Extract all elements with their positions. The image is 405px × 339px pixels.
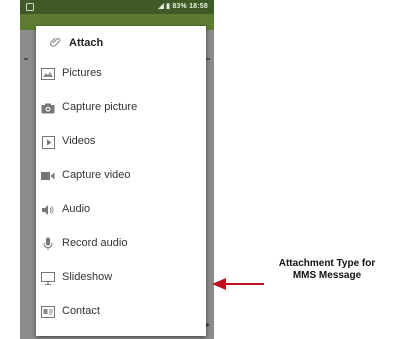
- option-label: Contact: [62, 305, 100, 317]
- signal-icon: ◢: [158, 3, 164, 10]
- annotation-line-2: MMS Message: [292, 270, 362, 281]
- attach-option-record-audio[interactable]: Record audio: [36, 230, 206, 258]
- annotation-arrow-line: [226, 283, 264, 285]
- option-label: Capture picture: [62, 101, 138, 113]
- clock: 18:58: [189, 3, 208, 10]
- dialog-header: Attach: [36, 34, 206, 52]
- battery-icon: ▮: [166, 3, 171, 10]
- contact-card-icon: [40, 304, 56, 320]
- attach-option-contact[interactable]: Contact: [36, 298, 206, 326]
- option-label: Slideshow: [62, 271, 113, 283]
- attach-dialog: Attach Pictures Capture picture Videos C…: [36, 26, 206, 336]
- status-indicators: ◢ ▮ 83% 18:58: [158, 2, 208, 10]
- background-divider: [206, 58, 210, 60]
- attach-option-slideshow[interactable]: Slideshow: [36, 264, 206, 292]
- attach-option-videos[interactable]: Videos: [36, 128, 206, 156]
- option-label: Record audio: [62, 237, 128, 249]
- speaker-icon: [40, 202, 56, 218]
- option-label: Capture video: [62, 169, 131, 181]
- attach-option-pictures[interactable]: Pictures: [36, 60, 206, 88]
- video-camera-icon: [40, 168, 56, 184]
- attach-option-capture-video[interactable]: Capture video: [36, 162, 206, 190]
- attach-option-audio[interactable]: Audio: [36, 196, 206, 224]
- camera-icon: [40, 100, 56, 116]
- background-divider: [24, 58, 28, 60]
- annotation-arrow-head: [212, 278, 226, 290]
- option-label: Audio: [62, 203, 91, 215]
- option-label: Videos: [62, 135, 96, 147]
- annotation-label: Attachment Type for MMS Message: [252, 258, 402, 282]
- video-file-icon: [40, 134, 56, 150]
- option-label: Pictures: [62, 67, 102, 79]
- microphone-icon: [40, 236, 56, 252]
- paperclip-icon: [50, 36, 62, 51]
- notification-icon: [26, 3, 34, 11]
- dialog-title: Attach: [69, 37, 104, 49]
- monitor-icon: [40, 270, 56, 286]
- attach-option-capture-picture[interactable]: Capture picture: [36, 94, 206, 122]
- battery-level: 83%: [172, 3, 187, 10]
- status-bar: ◢ ▮ 83% 18:58: [20, 0, 214, 14]
- annotation-line-1: Attachment Type for: [278, 258, 376, 269]
- image-icon: [40, 66, 56, 82]
